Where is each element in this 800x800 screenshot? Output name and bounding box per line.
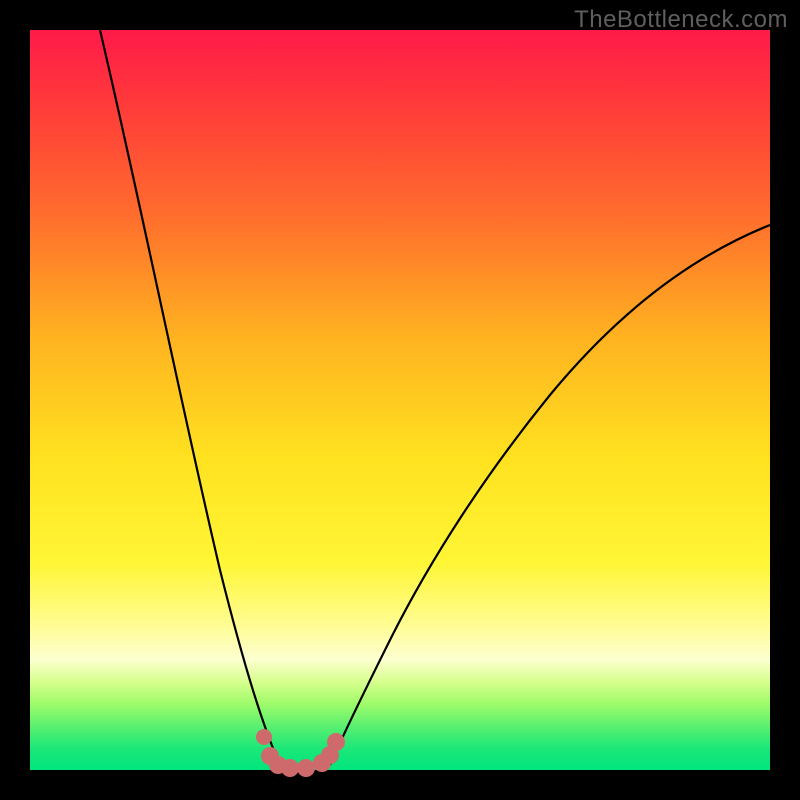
right-branch-curve — [330, 225, 770, 765]
curve-layer — [30, 30, 770, 770]
plot-area — [30, 30, 770, 770]
left-branch-curve — [100, 30, 280, 765]
optimal-zone-markers — [256, 729, 345, 777]
chart-container: TheBottleneck.com — [0, 0, 800, 800]
